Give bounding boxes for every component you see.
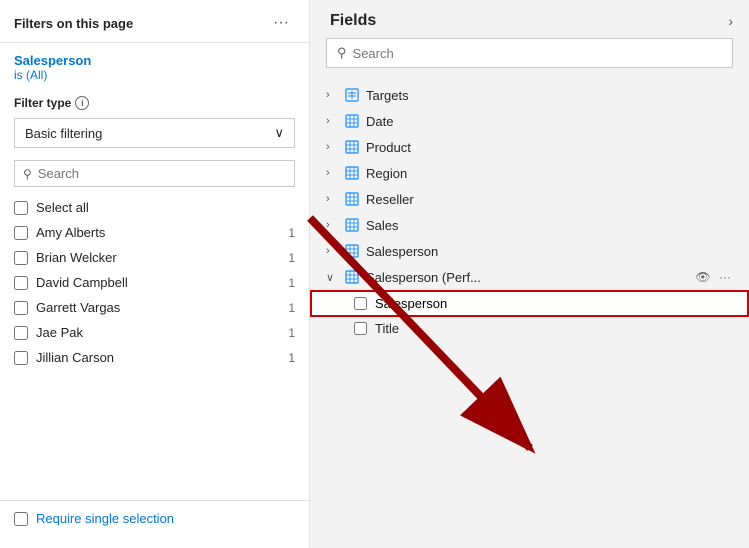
filter-item-count: 1 [288,276,295,290]
filter-item-count: 1 [288,251,295,265]
filter-search-input[interactable] [38,166,286,181]
require-single-label: Require single selection [36,511,174,526]
search-icon: ⚲ [337,45,347,61]
filter-item-checkbox[interactable] [14,226,28,240]
field-group-salesperson-perf[interactable]: ∨ Salesperson (Perf... 👁 ··· [310,264,749,290]
more-options-icon[interactable]: ··· [717,269,733,285]
field-icon [344,165,360,181]
field-icon [344,217,360,233]
chevron-down-icon: ∨ [326,271,338,284]
field-icon [344,191,360,207]
filter-items-list: Select all Amy Alberts 1 Brian Welcker 1… [0,195,309,500]
chevron-right-icon: › [326,115,338,127]
field-group-label: Date [366,114,393,129]
field-group-label: Salesperson (Perf... [366,270,481,285]
filter-item-label: David Campbell [36,275,280,290]
fields-panel-header: Fields › [310,0,749,38]
chevron-down-icon: ∨ [274,125,284,141]
filter-item-checkbox[interactable] [14,301,28,315]
field-icon [344,243,360,259]
filters-panel-header: Filters on this page ··· [0,12,309,43]
filters-panel-title: Filters on this page [14,16,133,31]
list-item[interactable]: Garrett Vargas 1 [0,295,309,320]
filter-item-label: Brian Welcker [36,250,280,265]
filter-info: Salesperson is (All) [0,43,309,88]
list-item[interactable]: Jillian Carson 1 [0,345,309,370]
fields-panel: Fields › ⚲ › Targets [310,0,749,548]
field-child-checkbox[interactable] [354,322,367,335]
filter-item-count: 1 [288,301,295,315]
filter-item-select-all[interactable]: Select all [0,195,309,220]
filter-item-count: 1 [288,226,295,240]
list-item[interactable]: Amy Alberts 1 [0,220,309,245]
filter-item-label: Jae Pak [36,325,280,340]
field-group-label: Reseller [366,192,414,207]
filter-type-label: Filter type i [0,88,309,114]
list-item[interactable]: Brian Welcker 1 [0,245,309,270]
chevron-right-icon: › [326,141,338,153]
require-single-selection[interactable]: Require single selection [0,500,309,536]
eye-icon[interactable]: 👁 [695,269,711,285]
filter-item-count: 1 [288,326,295,340]
field-child-label: Title [375,321,399,336]
field-group-label: Salesperson [366,244,438,259]
filter-type-value: Basic filtering [25,126,102,141]
fields-panel-title: Fields [330,12,376,30]
field-icon [344,87,360,103]
filter-item-label: Select all [36,200,295,215]
chevron-right-icon: › [326,167,338,179]
field-group-sales[interactable]: › Sales [310,212,749,238]
field-group-label: Region [366,166,407,181]
fields-search-input[interactable] [353,46,722,61]
field-group-salesperson[interactable]: › Salesperson [310,238,749,264]
field-group-label: Sales [366,218,399,233]
field-group-label: Product [366,140,411,155]
field-group-date[interactable]: › Date [310,108,749,134]
chevron-right-icon: › [326,89,338,101]
field-icon [344,139,360,155]
filter-type-info-icon[interactable]: i [75,96,89,110]
filter-field-name: Salesperson [14,53,295,68]
fields-search-box[interactable]: ⚲ [326,38,733,68]
search-icon: ⚲ [23,167,32,181]
field-group-product[interactable]: › Product [310,134,749,160]
filter-item-label: Jillian Carson [36,350,280,365]
chevron-right-icon: › [326,245,338,257]
filter-item-checkbox[interactable] [14,251,28,265]
list-item[interactable]: David Campbell 1 [0,270,309,295]
filter-condition: is (All) [14,68,295,82]
fields-list: › Targets › [310,78,749,548]
field-child-label: Salesperson [375,296,447,311]
filter-item-checkbox[interactable] [14,351,28,365]
field-icon [344,113,360,129]
filters-more-options-button[interactable]: ··· [267,12,295,34]
filter-type-dropdown[interactable]: Basic filtering ∨ [14,118,295,148]
field-group-region[interactable]: › Region [310,160,749,186]
field-child-checkbox[interactable] [354,297,367,310]
filter-item-checkbox[interactable] [14,201,28,215]
chevron-right-icon: › [326,219,338,231]
filters-panel: Filters on this page ··· Salesperson is … [0,0,310,548]
filter-item-label: Amy Alberts [36,225,280,240]
field-group-targets[interactable]: › Targets [310,82,749,108]
field-icon [344,269,360,285]
fields-expand-button[interactable]: › [728,13,733,29]
field-child-title[interactable]: Title [310,317,749,340]
field-group-label: Targets [366,88,409,103]
chevron-right-icon: › [326,193,338,205]
filter-item-checkbox[interactable] [14,326,28,340]
filter-item-count: 1 [288,351,295,365]
filter-item-checkbox[interactable] [14,276,28,290]
field-child-salesperson-highlighted[interactable]: Salesperson [310,290,749,317]
filter-search-box[interactable]: ⚲ [14,160,295,187]
list-item[interactable]: Jae Pak 1 [0,320,309,345]
field-group-reseller[interactable]: › Reseller [310,186,749,212]
filter-item-label: Garrett Vargas [36,300,280,315]
require-single-checkbox[interactable] [14,512,28,526]
